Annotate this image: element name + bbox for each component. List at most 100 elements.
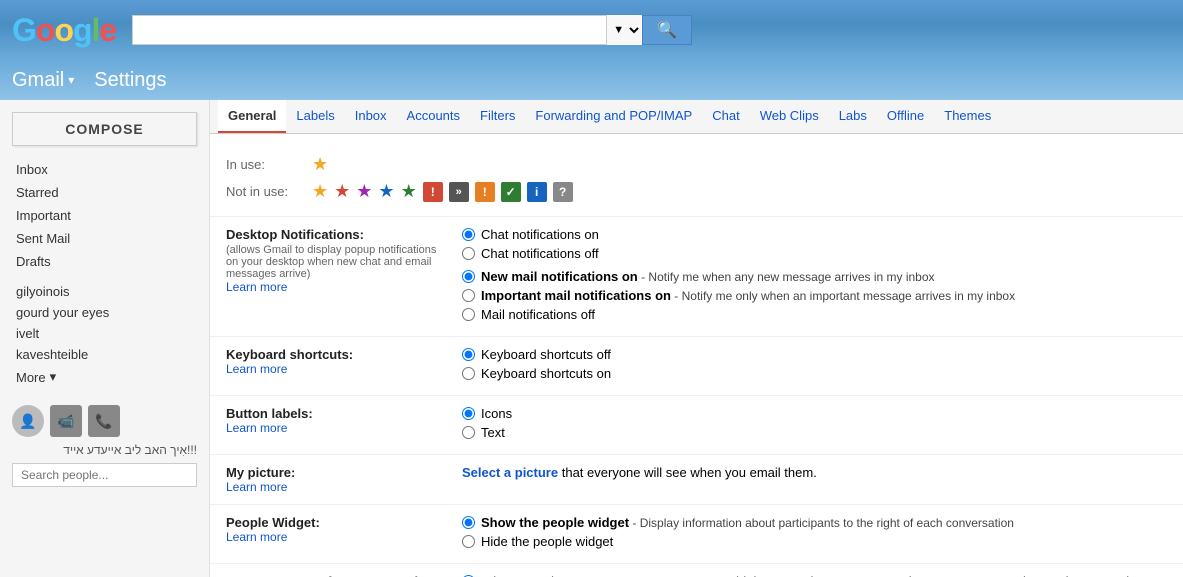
tab-general[interactable]: General: [218, 100, 286, 133]
search-input[interactable]: [132, 15, 642, 45]
keyboard-shortcuts-row: Keyboard shortcuts: Learn more Keyboard …: [210, 337, 1183, 396]
mail-off-radio[interactable]: [462, 308, 475, 321]
tab-themes[interactable]: Themes: [934, 100, 1001, 133]
compose-button[interactable]: COMPOSE: [12, 112, 197, 146]
keyboard-shortcuts-options: Keyboard shortcuts off Keyboard shortcut…: [462, 347, 1167, 385]
stars-in-use: In use: ★: [226, 154, 1167, 175]
chat-contact-2[interactable]: ivelt: [0, 323, 209, 344]
sidebar-bottom: 👤 📹 📞 !!!אִיך האב ליב אייעדע אייד: [0, 401, 209, 491]
important-mail-on-label[interactable]: Important mail notifications on - Notify…: [462, 288, 1167, 303]
tab-forwarding[interactable]: Forwarding and POP/IMAP: [525, 100, 702, 133]
hide-widget-label[interactable]: Hide the people widget: [462, 534, 1167, 549]
chat-contact-3[interactable]: kaveshteible: [0, 344, 209, 365]
people-widget-label: People Widget: Learn more: [226, 515, 446, 544]
settings-tabs: General Labels Inbox Accounts Filters Fo…: [210, 100, 1183, 134]
people-widget-learn-more[interactable]: Learn more: [226, 530, 446, 544]
chat-notifications-off-radio[interactable]: [462, 247, 475, 260]
icons-label[interactable]: Icons: [462, 406, 1167, 421]
settings-title: Settings: [94, 69, 166, 92]
star-gold-inuse: ★: [312, 154, 328, 175]
mail-notifications-group: New mail notifications on - Notify me wh…: [462, 269, 1167, 322]
hide-widget-radio[interactable]: [462, 535, 475, 548]
tab-webclips[interactable]: Web Clips: [750, 100, 829, 133]
show-widget-label[interactable]: Show the people widget - Display informa…: [462, 515, 1167, 530]
tab-inbox[interactable]: Inbox: [345, 100, 397, 133]
badge-exclaim-red: !: [423, 182, 443, 202]
my-picture-learn-more[interactable]: Learn more: [226, 480, 446, 494]
desktop-notifications-options: Chat notifications on Chat notifications…: [462, 227, 1167, 326]
new-mail-on-radio[interactable]: [462, 270, 475, 283]
my-picture-text: Select a picture that everyone will see …: [462, 465, 817, 480]
hide-widget-text: Hide the people widget: [481, 534, 613, 549]
gmail-text: Gmail: [12, 69, 64, 92]
chat-notifications-off-label[interactable]: Chat notifications off: [462, 246, 1167, 261]
tab-accounts[interactable]: Accounts: [397, 100, 470, 133]
text-radio[interactable]: [462, 426, 475, 439]
my-picture-title: My picture:: [226, 465, 295, 480]
sidebar-item-sent[interactable]: Sent Mail: [0, 227, 209, 250]
shortcuts-on-radio[interactable]: [462, 367, 475, 380]
chat-notifications-on-radio[interactable]: [462, 228, 475, 241]
settings-content: In use: ★ Not in use: ★ ★ ★ ★ ★ ! » ! ✓ …: [210, 134, 1183, 577]
icons-radio[interactable]: [462, 407, 475, 420]
sidebar-item-starred[interactable]: Starred: [0, 181, 209, 204]
mail-off-label[interactable]: Mail notifications off: [462, 307, 1167, 322]
desktop-notifications-label: Desktop Notifications: (allows Gmail to …: [226, 227, 446, 294]
sidebar-item-inbox[interactable]: Inbox: [0, 158, 209, 181]
keyboard-shortcuts-label: Keyboard shortcuts: Learn more: [226, 347, 446, 376]
tab-filters[interactable]: Filters: [470, 100, 525, 133]
shortcuts-off-radio[interactable]: [462, 348, 475, 361]
select-picture-link[interactable]: Select a picture: [462, 465, 558, 480]
badge-question: ?: [553, 182, 573, 202]
search-people: [12, 463, 197, 487]
shortcuts-off-label[interactable]: Keyboard shortcuts off: [462, 347, 1167, 362]
more-arrow: ▾: [50, 369, 57, 385]
tab-labels[interactable]: Labels: [286, 100, 344, 133]
star-blue: ★: [378, 181, 394, 202]
button-labels-options: Icons Text: [462, 406, 1167, 444]
stars-not-in-use: Not in use: ★ ★ ★ ★ ★ ! » ! ✓ i ?: [226, 181, 1167, 202]
hebrew-text: !!!אִיך האב ליב אייעדע אייד: [12, 443, 197, 457]
tab-labs[interactable]: Labs: [829, 100, 877, 133]
tab-offline[interactable]: Offline: [877, 100, 934, 133]
new-mail-on-label[interactable]: New mail notifications on - Notify me wh…: [462, 269, 1167, 284]
sidebar-item-drafts[interactable]: Drafts: [0, 250, 209, 273]
my-picture-label: My picture: Learn more: [226, 465, 446, 494]
keyboard-shortcuts-learn-more[interactable]: Learn more: [226, 362, 446, 376]
phone-icon[interactable]: 📞: [88, 405, 120, 437]
people-widget-row: People Widget: Learn more Show the peopl…: [210, 505, 1183, 564]
more-label: More: [16, 370, 46, 385]
show-widget-text: Show the people widget - Display informa…: [481, 515, 1014, 530]
video-icon[interactable]: 📹: [50, 405, 82, 437]
gmail-label[interactable]: Gmail ▾: [12, 69, 74, 92]
text-label[interactable]: Text: [462, 425, 1167, 440]
chat-contact-0[interactable]: gilyoinois: [0, 281, 209, 302]
chat-notifications-on-label[interactable]: Chat notifications on: [462, 227, 1167, 242]
desktop-notifications-learn-more[interactable]: Learn more: [226, 280, 446, 294]
search-button[interactable]: 🔍: [642, 15, 692, 45]
chat-contact-1[interactable]: gourd your eyes: [0, 302, 209, 323]
search-bar: ▼ 🔍: [132, 15, 692, 45]
important-mail-on-radio[interactable]: [462, 289, 475, 302]
tab-chat[interactable]: Chat: [702, 100, 749, 133]
search-people-input[interactable]: [12, 463, 197, 487]
avatar: 👤: [12, 405, 44, 437]
important-mail-on-text: Important mail notifications on - Notify…: [481, 288, 1015, 303]
sidebar-item-important[interactable]: Important: [0, 204, 209, 227]
my-picture-row: My picture: Learn more Select a picture …: [210, 455, 1183, 505]
sidebar: COMPOSE Inbox Starred Important Sent Mai…: [0, 100, 210, 577]
more-button[interactable]: More ▾: [0, 365, 209, 389]
sidebar-avatars: 👤 📹 📞: [12, 405, 197, 437]
badge-exclaim-orange: !: [475, 182, 495, 202]
shortcuts-on-label[interactable]: Keyboard shortcuts on: [462, 366, 1167, 381]
show-widget-radio[interactable]: [462, 516, 475, 529]
badge-info-blue: i: [527, 182, 547, 202]
search-dropdown[interactable]: ▼: [606, 15, 642, 45]
button-labels-learn-more[interactable]: Learn more: [226, 421, 446, 435]
my-picture-value: Select a picture that everyone will see …: [462, 465, 1167, 480]
star-orange: ★: [312, 181, 328, 202]
sidebar-nav: Inbox Starred Important Sent Mail Drafts: [0, 158, 209, 273]
chat-notifications-off-text: Chat notifications off: [481, 246, 599, 261]
shortcuts-on-text: Keyboard shortcuts on: [481, 366, 611, 381]
stars-section: In use: ★ Not in use: ★ ★ ★ ★ ★ ! » ! ✓ …: [210, 146, 1183, 217]
